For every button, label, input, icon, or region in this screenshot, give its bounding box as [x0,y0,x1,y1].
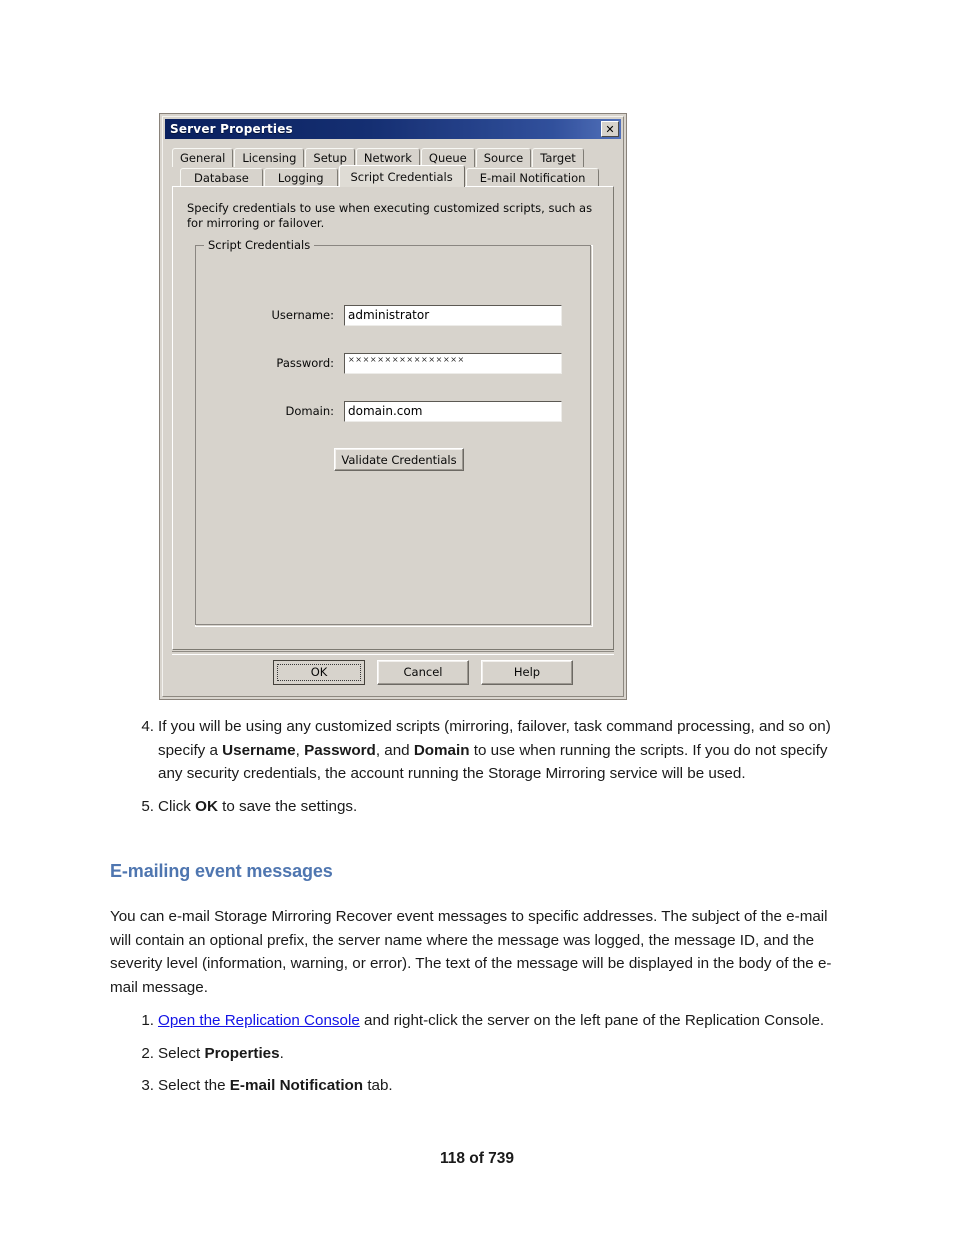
list-item: 3. Select the E-mail Notification tab. [112,1074,844,1098]
dialog-titlebar[interactable]: Server Properties ✕ [165,119,621,139]
dialog-frame: Server Properties ✕ General Licensing Se… [162,116,624,697]
password-mask: ×××××××××××××××× [348,354,465,364]
list-item: 2. Select Properties. [112,1042,844,1066]
list-item: 1. Open the Replication Console and righ… [112,1009,844,1033]
script-credentials-groupbox: Script Credentials Username: administrat… [195,238,593,627]
list-text: Click OK to save the settings. [158,797,358,815]
username-label: Username: [271,308,335,322]
tab-logging[interactable]: Logging [263,168,338,187]
domain-label: Domain: [285,404,335,418]
cancel-button[interactable]: Cancel [377,659,469,685]
tab-script-credentials[interactable]: Script Credentials [338,165,465,187]
password-input[interactable]: ×××××××××××××××× [344,352,562,374]
tab-row-2: Database Logging Script Credentials E-ma… [172,165,614,187]
validate-credentials-button[interactable]: Validate Credentials [334,448,464,471]
tab-database[interactable]: Database [180,168,263,187]
steps-list-b: 1. Open the Replication Console and righ… [112,1009,844,1107]
footer-divider [172,651,614,655]
validate-button-wrap: Validate Credentials [196,448,592,471]
dialog-title: Server Properties [170,122,293,136]
list-text: If you will be using any customized scri… [158,718,831,782]
list-text[interactable]: Open the Replication Console and right-c… [158,1012,824,1029]
ok-button[interactable]: OK [273,659,365,685]
tab-page-script-credentials: Specify credentials to use when executin… [172,186,614,650]
help-button[interactable]: Help [481,659,573,685]
tab-licensing[interactable]: Licensing [234,148,305,167]
steps-list-a: 4. If you will be using any customized s… [112,715,844,827]
list-text: Select Properties. [158,1044,284,1062]
section-heading: E-mailing event messages [110,861,333,881]
tab-row-1: General Licensing Setup Network Queue So… [172,147,614,167]
list-number: 2. [141,1044,154,1062]
list-number: 4. [141,718,154,735]
tab-source[interactable]: Source [475,148,532,167]
tab-general[interactable]: General [172,148,234,167]
groupbox-legend: Script Credentials [204,238,315,252]
domain-input[interactable]: domain.com [344,400,562,422]
tab-description: Specify credentials to use when executin… [187,201,593,230]
dialog-footer: OK Cancel Help [172,656,614,688]
list-text: Select the E-mail Notification tab. [158,1077,393,1094]
list-number: 5. [141,797,154,815]
intro-paragraph: You can e-mail Storage Mirroring Recover… [110,908,832,996]
tab-target[interactable]: Target [532,148,584,167]
credentials-form: Username: administrator Password: ××××××… [196,304,592,471]
username-input[interactable]: administrator [344,304,562,326]
ok-focus-ring: OK [277,663,361,681]
tab-email-notification[interactable]: E-mail Notification [465,168,600,187]
list-item: 4. If you will be using any customized s… [112,715,844,786]
server-properties-dialog: Server Properties ✕ General Licensing Se… [159,113,627,700]
list-number: 3. [141,1077,154,1094]
username-row: Username: administrator [196,304,592,326]
list-item: 5. Click OK to save the settings. [112,795,844,819]
password-row: Password: ×××××××××××××××× [196,352,592,374]
close-icon[interactable]: ✕ [601,121,619,137]
password-label: Password: [276,356,334,370]
list-number: 1. [141,1012,154,1029]
page-footer: 118 of 739 [439,1150,515,1167]
domain-row: Domain: domain.com [196,400,592,422]
tab-strip: General Licensing Setup Network Queue So… [172,147,614,187]
